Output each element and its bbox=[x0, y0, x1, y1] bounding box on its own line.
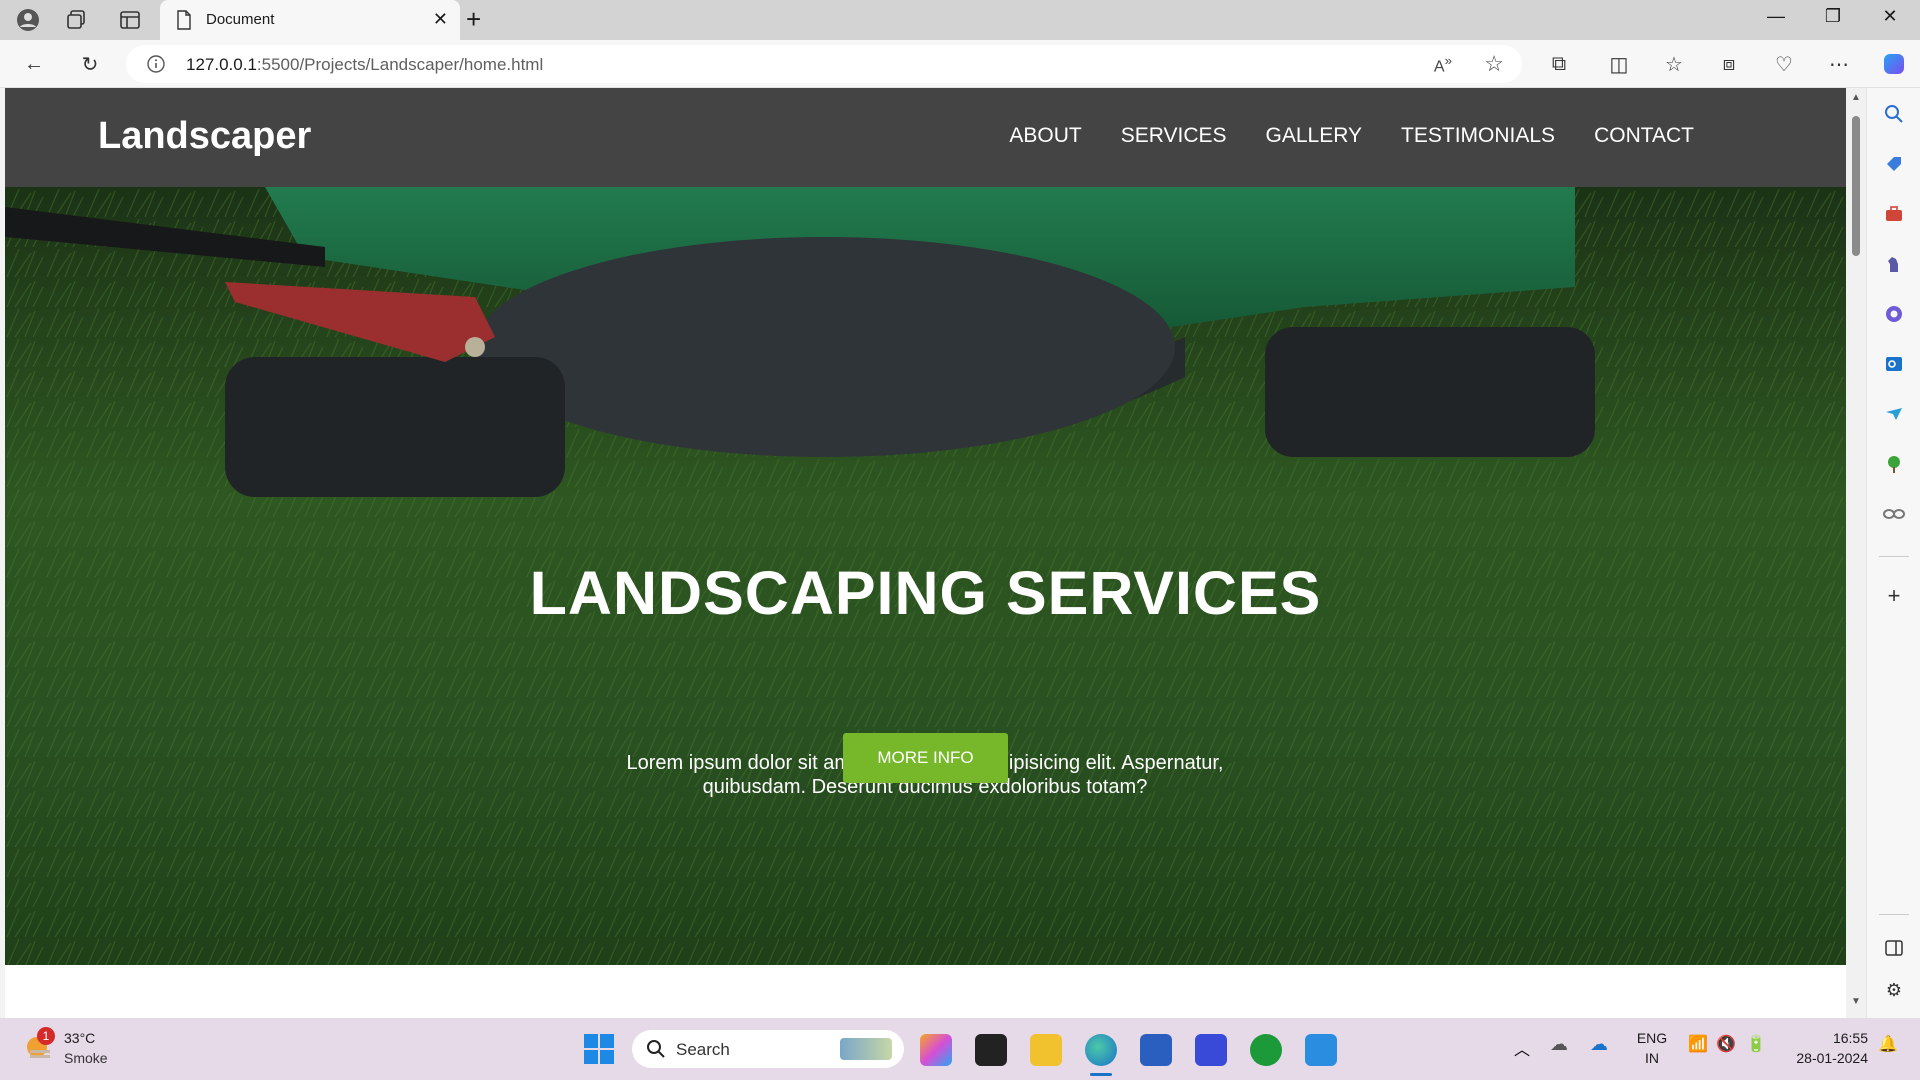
extensions-icon[interactable]: ⧉ bbox=[1545, 50, 1573, 78]
weather-description[interactable]: Smoke bbox=[64, 1050, 108, 1066]
favorites-icon[interactable]: ☆ bbox=[1660, 50, 1688, 78]
active-app-indicator bbox=[1090, 1073, 1112, 1076]
workspaces-icon[interactable] bbox=[62, 6, 90, 34]
scroll-thumb[interactable] bbox=[1852, 116, 1860, 256]
favorite-star-icon[interactable]: ☆ bbox=[1484, 51, 1504, 77]
sidebar-divider bbox=[1879, 556, 1909, 557]
vscode-icon[interactable] bbox=[1305, 1034, 1337, 1066]
site-navbar: Landscaper ABOUT SERVICES GALLERY TESTIM… bbox=[5, 88, 1846, 187]
address-bar[interactable]: 127.0.0.1:5500/Projects/Landscaper/home.… bbox=[126, 45, 1522, 83]
page-icon bbox=[176, 10, 192, 35]
microsoft-store-icon[interactable] bbox=[1140, 1034, 1172, 1066]
nav-testimonials[interactable]: TESTIMONIALS bbox=[1401, 124, 1555, 148]
site-logo[interactable]: Landscaper bbox=[98, 115, 311, 158]
sidebar-drop-icon[interactable] bbox=[1882, 402, 1906, 426]
sidebar-shopping-icon[interactable] bbox=[1882, 152, 1906, 176]
nav-links: ABOUT SERVICES GALLERY TESTIMONIALS CONT… bbox=[1009, 124, 1694, 148]
battery-icon[interactable]: 🔋 bbox=[1746, 1034, 1766, 1054]
clock-date[interactable]: 28-01-2024 bbox=[1784, 1050, 1868, 1066]
language-line2[interactable]: IN bbox=[1634, 1050, 1670, 1066]
url-path: :5500/Projects/Landscaper/home.html bbox=[256, 55, 544, 74]
browser-toolbar: ← ↻ 127.0.0.1:5500/Projects/Landscaper/h… bbox=[0, 40, 1920, 88]
url-text[interactable]: 127.0.0.1:5500/Projects/Landscaper/home.… bbox=[186, 55, 543, 75]
tray-overflow-icon[interactable]: ︿ bbox=[1514, 1036, 1530, 1060]
window-close-icon[interactable]: ✕ bbox=[1870, 6, 1910, 34]
read-aloud-icon[interactable]: A» bbox=[1434, 53, 1452, 76]
sidebar-divider-bottom bbox=[1879, 914, 1909, 915]
nav-about[interactable]: ABOUT bbox=[1009, 124, 1081, 148]
sidebar-search-icon[interactable] bbox=[1882, 102, 1906, 126]
sidebar-games-icon[interactable] bbox=[1882, 252, 1906, 276]
sidebar-settings-icon[interactable]: ⚙ bbox=[1882, 978, 1906, 1002]
onedrive-personal-icon[interactable]: ☁ bbox=[1550, 1034, 1568, 1055]
search-highlight-icon bbox=[840, 1038, 892, 1060]
page-scrollbar[interactable]: ▲ ▼ bbox=[1846, 88, 1866, 1018]
tab-title: Document bbox=[206, 11, 275, 28]
search-label: Search bbox=[676, 1040, 730, 1059]
refresh-icon[interactable]: ↻ bbox=[76, 50, 104, 78]
more-menu-icon[interactable]: ⋯ bbox=[1825, 50, 1853, 78]
hero-title: LANDSCAPING SERVICES bbox=[529, 559, 1322, 627]
task-view-icon[interactable] bbox=[975, 1034, 1007, 1066]
volume-muted-icon[interactable]: 🔇 bbox=[1716, 1034, 1736, 1054]
edge-sidebar: + ⚙ bbox=[1866, 88, 1920, 1018]
language-line1[interactable]: ENG bbox=[1634, 1030, 1670, 1046]
powerapps-icon[interactable] bbox=[1195, 1034, 1227, 1066]
site-info-icon[interactable] bbox=[146, 54, 166, 79]
scroll-up-icon[interactable]: ▲ bbox=[1850, 92, 1862, 103]
url-host: 127.0.0.1 bbox=[186, 55, 257, 74]
sidebar-add-icon[interactable]: + bbox=[1882, 583, 1906, 608]
file-explorer-icon[interactable] bbox=[1030, 1034, 1062, 1066]
search-icon bbox=[646, 1039, 666, 1064]
sidebar-tools-icon[interactable] bbox=[1882, 202, 1906, 226]
sidebar-tree-icon[interactable] bbox=[1882, 452, 1906, 476]
split-screen-icon[interactable]: ◫ bbox=[1605, 50, 1633, 78]
browser-tab-strip: Document ✕ + — ❐ ✕ bbox=[0, 0, 1920, 40]
sidebar-microsoft365-icon[interactable] bbox=[1882, 302, 1906, 326]
tab-document[interactable]: Document ✕ bbox=[160, 0, 460, 40]
browser-essentials-icon[interactable]: ♡ bbox=[1770, 50, 1798, 78]
onedrive-icon[interactable]: ☁ bbox=[1590, 1034, 1608, 1055]
nav-contact[interactable]: CONTACT bbox=[1594, 124, 1694, 148]
page-viewport: Landscaper ABOUT SERVICES GALLERY TESTIM… bbox=[5, 88, 1846, 1018]
profile-icon[interactable] bbox=[14, 6, 42, 34]
edge-browser-icon[interactable] bbox=[1085, 1034, 1117, 1066]
weather-alert-badge: 1 bbox=[37, 1027, 55, 1045]
close-tab-icon[interactable]: ✕ bbox=[433, 9, 448, 30]
notifications-icon[interactable]: 🔔 bbox=[1878, 1034, 1898, 1054]
collections-icon[interactable]: ⧈ bbox=[1715, 50, 1743, 78]
vertical-tabs-icon[interactable] bbox=[116, 6, 144, 34]
sidebar-outlook-icon[interactable] bbox=[1882, 352, 1906, 376]
restore-icon[interactable]: ❐ bbox=[1813, 6, 1853, 34]
nav-gallery[interactable]: GALLERY bbox=[1266, 124, 1363, 148]
copilot-icon[interactable] bbox=[1880, 50, 1908, 78]
minimize-icon[interactable]: — bbox=[1756, 6, 1796, 34]
back-icon[interactable]: ← bbox=[20, 50, 48, 78]
scroll-down-icon[interactable]: ▼ bbox=[1850, 996, 1862, 1007]
windows-start-icon[interactable] bbox=[584, 1034, 614, 1069]
wifi-icon[interactable]: 📶 bbox=[1688, 1034, 1708, 1054]
copilot-app-icon[interactable] bbox=[920, 1034, 952, 1066]
more-info-button[interactable]: MORE INFO bbox=[843, 733, 1008, 783]
clock-time[interactable]: 16:55 bbox=[1784, 1030, 1868, 1046]
xbox-icon[interactable] bbox=[1250, 1034, 1282, 1066]
new-tab-icon[interactable]: + bbox=[466, 4, 481, 35]
taskbar-search[interactable]: Search bbox=[632, 1030, 904, 1068]
sidebar-infinity-icon[interactable] bbox=[1882, 502, 1906, 526]
windows-taskbar: 1 33°C Smoke Search ︿ ☁ ☁ ENG IN 📶 🔇 🔋 1… bbox=[0, 1018, 1920, 1080]
weather-temperature[interactable]: 33°C bbox=[64, 1030, 95, 1046]
hero-section: LANDSCAPING SERVICES Lorem ipsum dolor s… bbox=[5, 187, 1846, 965]
nav-services[interactable]: SERVICES bbox=[1121, 124, 1227, 148]
hide-sidebar-icon[interactable] bbox=[1882, 936, 1906, 960]
